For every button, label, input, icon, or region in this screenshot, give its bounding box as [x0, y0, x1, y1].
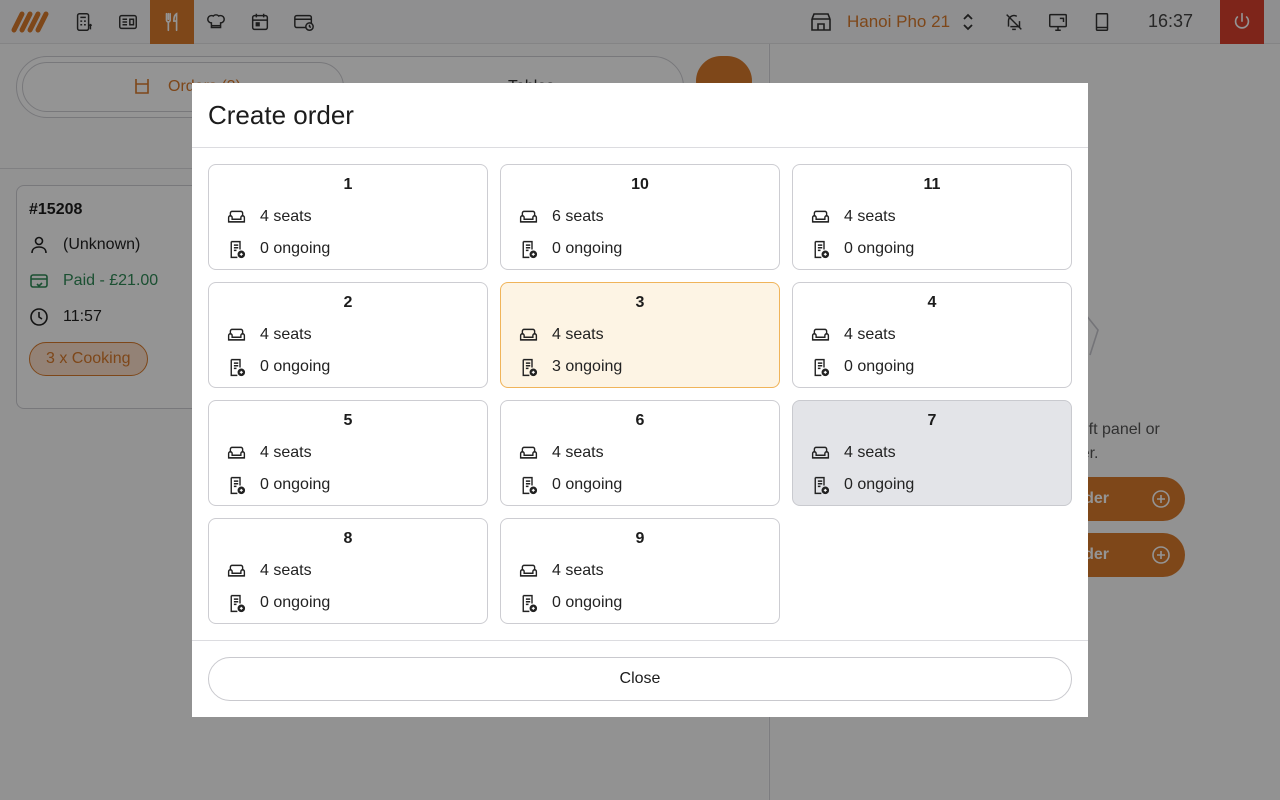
tables-grid: 1 4 seats 0 ongoing 10 6 seats 0 ongoing 11 4 s…: [208, 164, 1072, 624]
ongoing-orders-icon: [518, 239, 539, 260]
table-ongoing: 3 ongoing: [552, 358, 623, 375]
sofa-icon: [226, 443, 247, 464]
ongoing-orders-icon: [518, 475, 539, 496]
table-ongoing: 0 ongoing: [844, 358, 915, 375]
table-seats-row: 6 seats: [518, 206, 604, 228]
table-name: 10: [631, 176, 649, 193]
table-ongoing: 0 ongoing: [844, 240, 915, 257]
table-card-8[interactable]: 8 4 seats 0 ongoing: [208, 518, 488, 624]
table-seats-row: 4 seats: [226, 442, 312, 464]
table-seats: 4 seats: [260, 208, 312, 225]
ongoing-orders-icon: [226, 239, 247, 260]
table-card-5[interactable]: 5 4 seats 0 ongoing: [208, 400, 488, 506]
table-ongoing: 0 ongoing: [552, 476, 623, 493]
table-seats: 4 seats: [552, 326, 604, 343]
table-seats-row: 4 seats: [226, 560, 312, 582]
sofa-icon: [518, 325, 539, 346]
table-seats-row: 4 seats: [518, 560, 604, 582]
table-card-9[interactable]: 9 4 seats 0 ongoing: [500, 518, 780, 624]
sofa-icon: [226, 561, 247, 582]
dialog-title: Create order: [208, 100, 354, 130]
table-ongoing-row: 0 ongoing: [226, 592, 330, 614]
table-seats-row: 4 seats: [518, 442, 604, 464]
table-card-3[interactable]: 3 4 seats 3 ongoing: [500, 282, 780, 388]
create-order-dialog: Create order 1 4 seats 0 ongoing 10 6 seats 0…: [192, 83, 1088, 717]
table-ongoing-row: 0 ongoing: [810, 474, 914, 496]
table-ongoing-row: 0 ongoing: [518, 238, 622, 260]
table-seats: 6 seats: [552, 208, 604, 225]
table-ongoing-row: 0 ongoing: [226, 238, 330, 260]
table-seats-row: 4 seats: [810, 324, 896, 346]
table-ongoing: 0 ongoing: [260, 240, 331, 257]
ongoing-orders-icon: [810, 357, 831, 378]
table-card-2[interactable]: 2 4 seats 0 ongoing: [208, 282, 488, 388]
table-seats: 4 seats: [260, 444, 312, 461]
dialog-divider-top: [192, 147, 1088, 148]
table-name: 11: [923, 176, 941, 193]
table-ongoing: 0 ongoing: [260, 358, 331, 375]
table-seats: 4 seats: [260, 326, 312, 343]
table-seats-row: 4 seats: [810, 442, 896, 464]
table-seats: 4 seats: [844, 444, 896, 461]
table-ongoing: 0 ongoing: [552, 594, 623, 611]
table-ongoing-row: 0 ongoing: [810, 238, 914, 260]
table-card-1[interactable]: 1 4 seats 0 ongoing: [208, 164, 488, 270]
table-name: 2: [343, 294, 353, 311]
table-seats-row: 4 seats: [518, 324, 604, 346]
table-name: 4: [927, 294, 937, 311]
sofa-icon: [226, 207, 247, 228]
table-card-4[interactable]: 4 4 seats 0 ongoing: [792, 282, 1072, 388]
table-name: 5: [343, 412, 353, 429]
ongoing-orders-icon: [810, 475, 831, 496]
sofa-icon: [810, 325, 831, 346]
table-card-11[interactable]: 11 4 seats 0 ongoing: [792, 164, 1072, 270]
table-card-10[interactable]: 10 6 seats 0 ongoing: [500, 164, 780, 270]
ongoing-orders-icon: [226, 357, 247, 378]
table-ongoing-row: 0 ongoing: [226, 474, 330, 496]
table-card-7: 7 4 seats 0 ongoing: [792, 400, 1072, 506]
table-ongoing: 0 ongoing: [844, 476, 915, 493]
table-name: 8: [343, 530, 353, 547]
sofa-icon: [810, 207, 831, 228]
table-name: 1: [343, 176, 353, 193]
table-name: 3: [635, 294, 645, 311]
ongoing-orders-icon: [226, 593, 247, 614]
table-seats: 4 seats: [552, 562, 604, 579]
table-ongoing-row: 0 ongoing: [518, 474, 622, 496]
table-seats: 4 seats: [844, 326, 896, 343]
table-card-6[interactable]: 6 4 seats 0 ongoing: [500, 400, 780, 506]
sofa-icon: [518, 443, 539, 464]
table-name: 7: [927, 412, 937, 429]
sofa-icon: [226, 325, 247, 346]
table-ongoing: 0 ongoing: [260, 594, 331, 611]
table-seats: 4 seats: [260, 562, 312, 579]
table-seats-row: 4 seats: [810, 206, 896, 228]
ongoing-orders-icon: [810, 239, 831, 260]
dialog-divider-bottom: [192, 640, 1088, 641]
table-ongoing-row: 0 ongoing: [226, 356, 330, 378]
sofa-icon: [518, 561, 539, 582]
sofa-icon: [518, 207, 539, 228]
ongoing-orders-icon: [518, 593, 539, 614]
table-seats: 4 seats: [844, 208, 896, 225]
table-ongoing-row: 0 ongoing: [810, 356, 914, 378]
table-name: 9: [635, 530, 645, 547]
ongoing-orders-icon: [226, 475, 247, 496]
table-seats-row: 4 seats: [226, 206, 312, 228]
table-seats: 4 seats: [552, 444, 604, 461]
sofa-icon: [810, 443, 831, 464]
table-seats-row: 4 seats: [226, 324, 312, 346]
table-ongoing-row: 0 ongoing: [518, 592, 622, 614]
close-button[interactable]: Close: [208, 657, 1072, 701]
table-ongoing: 0 ongoing: [552, 240, 623, 257]
ongoing-orders-icon: [518, 357, 539, 378]
table-ongoing-row: 3 ongoing: [518, 356, 622, 378]
table-name: 6: [635, 412, 645, 429]
table-ongoing: 0 ongoing: [260, 476, 331, 493]
